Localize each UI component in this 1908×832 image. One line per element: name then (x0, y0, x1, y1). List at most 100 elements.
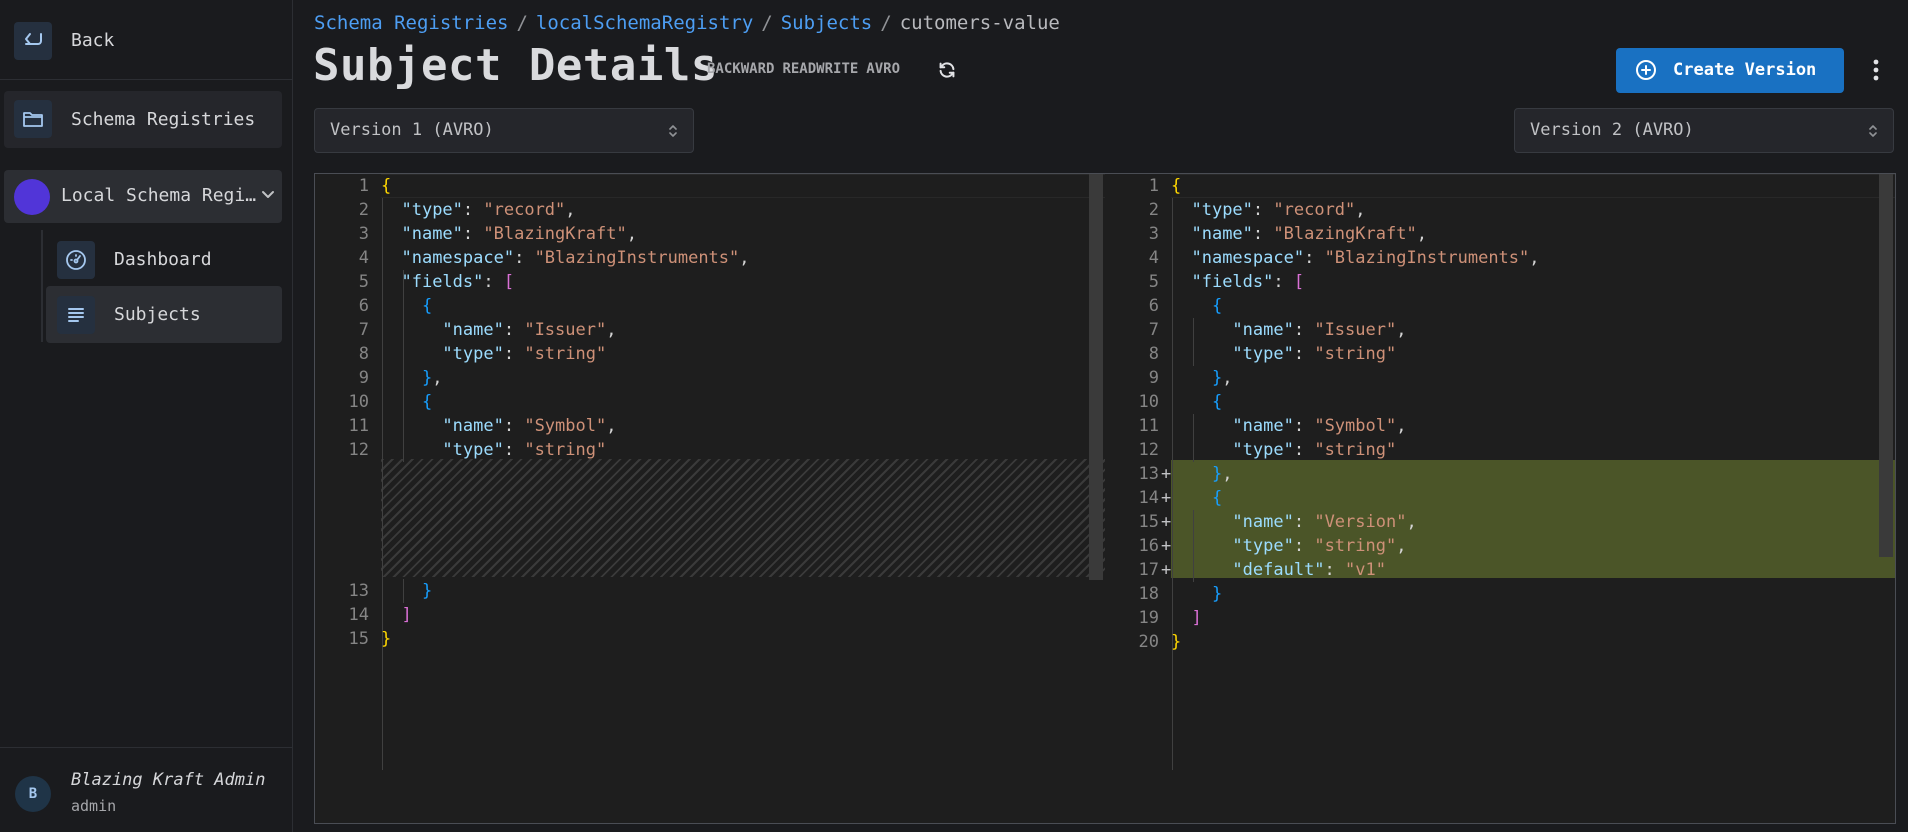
code-token: [ (503, 272, 515, 292)
code-line-added: 14 + { (1105, 486, 1895, 510)
code-token: "BlazingInstruments" (1324, 248, 1530, 268)
code-line: 2 "type": "record", (1105, 198, 1895, 222)
schema-type-badge: AVRO (866, 61, 901, 77)
code-token: "name" (1191, 224, 1253, 244)
code-line-added: 13 + }, (1105, 462, 1895, 486)
code-line: 4 "namespace": "BlazingInstruments", (315, 246, 1105, 270)
avatar: B (15, 776, 51, 812)
code-token: } (1211, 464, 1223, 484)
code-line: 12 "type": "string" (315, 438, 1105, 462)
sidebar: Back Schema Registries Local Schema Regi… (0, 0, 293, 832)
code-token: "type" (442, 440, 504, 460)
line-number: 10 (1138, 392, 1159, 412)
code-line: 3 "name": "BlazingKraft", (1105, 222, 1895, 246)
code-line: 7 "name": "Issuer", (315, 318, 1105, 342)
breadcrumb-local-schema-registry[interactable]: localSchemaRegistry (536, 12, 753, 34)
line-number: 15 (348, 629, 369, 649)
line-number: 17 (1138, 560, 1159, 580)
code-token: "string" (524, 344, 607, 364)
sidebar-item-subjects[interactable]: Subjects (46, 286, 282, 343)
chevron-down-icon[interactable] (260, 186, 276, 202)
code-token: "type" (442, 344, 504, 364)
breadcrumb-schema-registries[interactable]: Schema Registries (314, 12, 508, 34)
user-role: admin (71, 797, 117, 815)
diff-placeholder-hatch (381, 459, 1105, 577)
code-token: } (1171, 632, 1182, 652)
code-line: 6 { (1105, 294, 1895, 318)
code-token: "BlazingKraft" (1273, 224, 1417, 244)
code-token: { (421, 296, 433, 316)
version-select-value: Version 1 (AVRO) (330, 120, 494, 140)
back-link[interactable]: Back (0, 0, 293, 80)
code-line: 9 }, (315, 366, 1105, 390)
code-token: "Version" (1314, 512, 1407, 532)
line-number: 12 (1138, 440, 1159, 460)
code-token: { (421, 392, 433, 412)
line-number: 4 (358, 248, 369, 268)
line-number: 16 (1138, 536, 1159, 556)
code-line: 5 "fields": [ (1105, 270, 1895, 294)
line-number: 7 (1148, 320, 1159, 340)
sidebar-item-label: Schema Registries (71, 109, 256, 130)
dots-vertical-icon[interactable] (1866, 56, 1886, 84)
refresh-icon[interactable] (936, 59, 958, 81)
version-select-left[interactable]: Version 1 (AVRO) (314, 108, 694, 153)
compatibility-badge: BACKWARD (707, 61, 775, 77)
version-select-value: Version 2 (AVRO) (1530, 120, 1694, 140)
sidebar-item-local-schema-registry[interactable]: Local Schema Registry (4, 170, 282, 223)
registry-avatar (14, 179, 50, 215)
code-token: "name" (1232, 512, 1294, 532)
code-line: 10 { (315, 390, 1105, 414)
code-line: 19 ] (1105, 606, 1895, 630)
line-number: 2 (1148, 200, 1159, 220)
code-line: 18 } (1105, 582, 1895, 606)
create-version-button[interactable]: Create Version (1616, 48, 1844, 93)
code-token: } (1211, 584, 1223, 604)
version-select-right[interactable]: Version 2 (AVRO) (1514, 108, 1894, 153)
code-token: "BlazingInstruments" (534, 248, 740, 268)
sidebar-item-schema-registries[interactable]: Schema Registries (4, 91, 282, 148)
line-number: 8 (1148, 344, 1159, 364)
code-line: 2 "type": "record", (315, 198, 1105, 222)
diff-original-pane[interactable]: 1{ 2 "type": "record", 3 "name": "Blazin… (315, 174, 1105, 823)
sidebar-item-dashboard[interactable]: Dashboard (46, 234, 282, 286)
code-line-added: 17 + "default": "v1" (1105, 558, 1895, 582)
code-token: { (1211, 392, 1223, 412)
code-token: "fields" (1191, 272, 1274, 292)
code-line: 15} (315, 627, 1105, 651)
gauge-icon (57, 241, 95, 279)
diff-added-marker: + (1161, 536, 1172, 556)
diff-modified-pane[interactable]: 1{ 2 "type": "record", 3 "name": "Blazin… (1105, 174, 1895, 823)
code-line: 12 "type": "string" (1105, 438, 1895, 462)
code-line: 13 } (315, 579, 1105, 603)
line-number: 4 (1148, 248, 1159, 268)
code-token: "record" (483, 200, 566, 220)
line-number: 7 (358, 320, 369, 340)
line-number: 9 (358, 368, 369, 388)
code-line: 6 { (315, 294, 1105, 318)
line-number: 14 (1138, 488, 1159, 508)
code-token: "type" (401, 200, 463, 220)
code-line: 7 "name": "Issuer", (1105, 318, 1895, 342)
code-token: "record" (1273, 200, 1356, 220)
line-number: 15 (1138, 512, 1159, 532)
diff-editor[interactable]: 1{ 2 "type": "record", 3 "name": "Blazin… (314, 173, 1896, 824)
code-line: 1{ (1105, 174, 1895, 198)
mode-badge: READWRITE (782, 61, 859, 77)
subject-badges: BACKWARD READWRITE AVRO (707, 61, 908, 77)
code-token: "Issuer" (1314, 320, 1397, 340)
user-section[interactable]: B Blazing Kraft Admin admin (0, 747, 293, 832)
diff-added-marker: + (1161, 560, 1172, 580)
diff-added-marker: + (1161, 464, 1172, 484)
code-line-added: 16 + "type": "string", (1105, 534, 1895, 558)
diff-added-marker: + (1161, 488, 1172, 508)
line-number: 5 (1148, 272, 1159, 292)
line-number: 8 (358, 344, 369, 364)
diff-added-marker: + (1161, 512, 1172, 532)
code-line: 11 "name": "Symbol", (1105, 414, 1895, 438)
breadcrumb-separator: / (761, 12, 773, 34)
code-line: 11 "name": "Symbol", (315, 414, 1105, 438)
line-number: 13 (1138, 464, 1159, 484)
code-token: "namespace" (1191, 248, 1305, 268)
breadcrumb-subjects[interactable]: Subjects (781, 12, 873, 34)
